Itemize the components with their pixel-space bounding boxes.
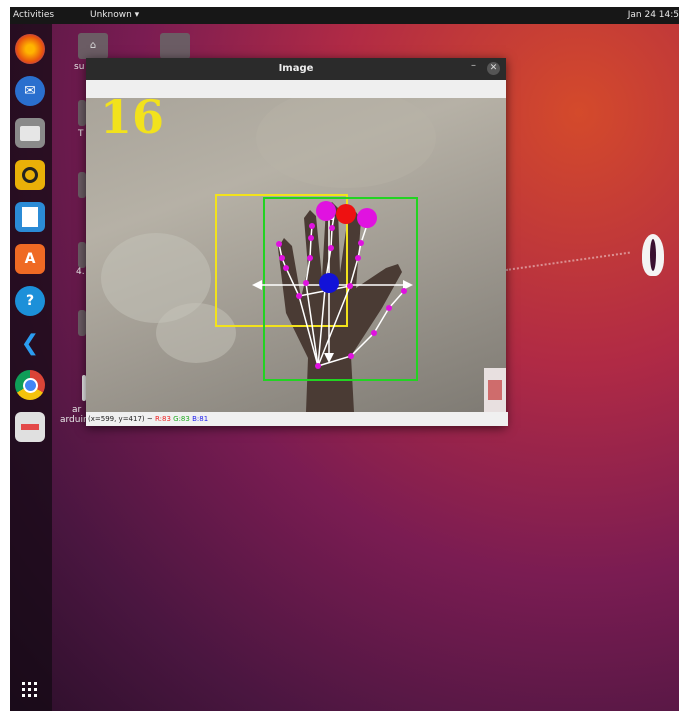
dock: ✉ A ? ❮ — [10, 24, 52, 711]
chrome-icon[interactable] — [15, 370, 45, 400]
window-title: Image — [86, 58, 506, 80]
pixel-r: R:83 — [154, 415, 171, 423]
show-apps-grid-icon[interactable] — [15, 675, 45, 705]
cursor-coords: (x=599, y=417) ~ — [88, 415, 153, 423]
desktop-label-4: 4. — [76, 267, 85, 277]
pixel-g: G:83 — [173, 415, 190, 423]
folder-icon[interactable] — [160, 33, 190, 59]
folder-icon[interactable] — [78, 172, 86, 198]
desktop-label-home: su — [74, 62, 85, 72]
pixel-b: B:81 — [192, 415, 209, 423]
desktop-label-t: T — [78, 129, 84, 139]
top-bar: Activities Unknown ▾ Jan 24 14:5 — [10, 7, 679, 24]
activities-button[interactable]: Activities — [10, 7, 57, 24]
vscode-icon[interactable]: ❮ — [15, 328, 45, 358]
finger-count-label: 16 — [100, 98, 165, 144]
folder-icon[interactable] — [78, 242, 86, 268]
folder-icon[interactable] — [78, 310, 86, 336]
software-icon[interactable]: A — [15, 244, 45, 274]
thunderbird-icon[interactable]: ✉ — [15, 76, 45, 106]
wallpaper-dotted-line — [505, 251, 630, 271]
status-bar: (x=599, y=417) ~ R:83 G:83 B:81 — [86, 412, 508, 426]
file-icon[interactable] — [78, 100, 86, 126]
wallpaper-cat-eye — [642, 234, 664, 276]
desktop-label-ar: ar — [72, 405, 82, 415]
firefox-icon[interactable] — [15, 34, 45, 64]
app-menu[interactable]: Unknown ▾ — [90, 7, 139, 24]
clock[interactable]: Jan 24 14:5 — [628, 7, 679, 24]
home-folder-icon[interactable]: ⌂ — [78, 33, 108, 59]
camera-frame: 16 — [86, 98, 506, 412]
help-icon[interactable]: ? — [15, 286, 45, 316]
writer-icon[interactable] — [15, 202, 45, 232]
desktop: Activities Unknown ▾ Jan 24 14:5 ✉ A ? ❮ — [10, 7, 679, 711]
image-window: Image – ✕ 16 (x=599, y=417) ~ R:83 G:83 … — [86, 58, 508, 426]
document-viewer-icon[interactable] — [15, 412, 45, 442]
window-toolbar — [86, 80, 506, 98]
files-icon[interactable] — [15, 118, 45, 148]
desktop-label-arduino: arduin — [60, 415, 89, 425]
close-button[interactable]: ✕ — [487, 62, 500, 75]
minimize-button[interactable]: – — [471, 60, 476, 71]
rhythmbox-icon[interactable] — [15, 160, 45, 190]
